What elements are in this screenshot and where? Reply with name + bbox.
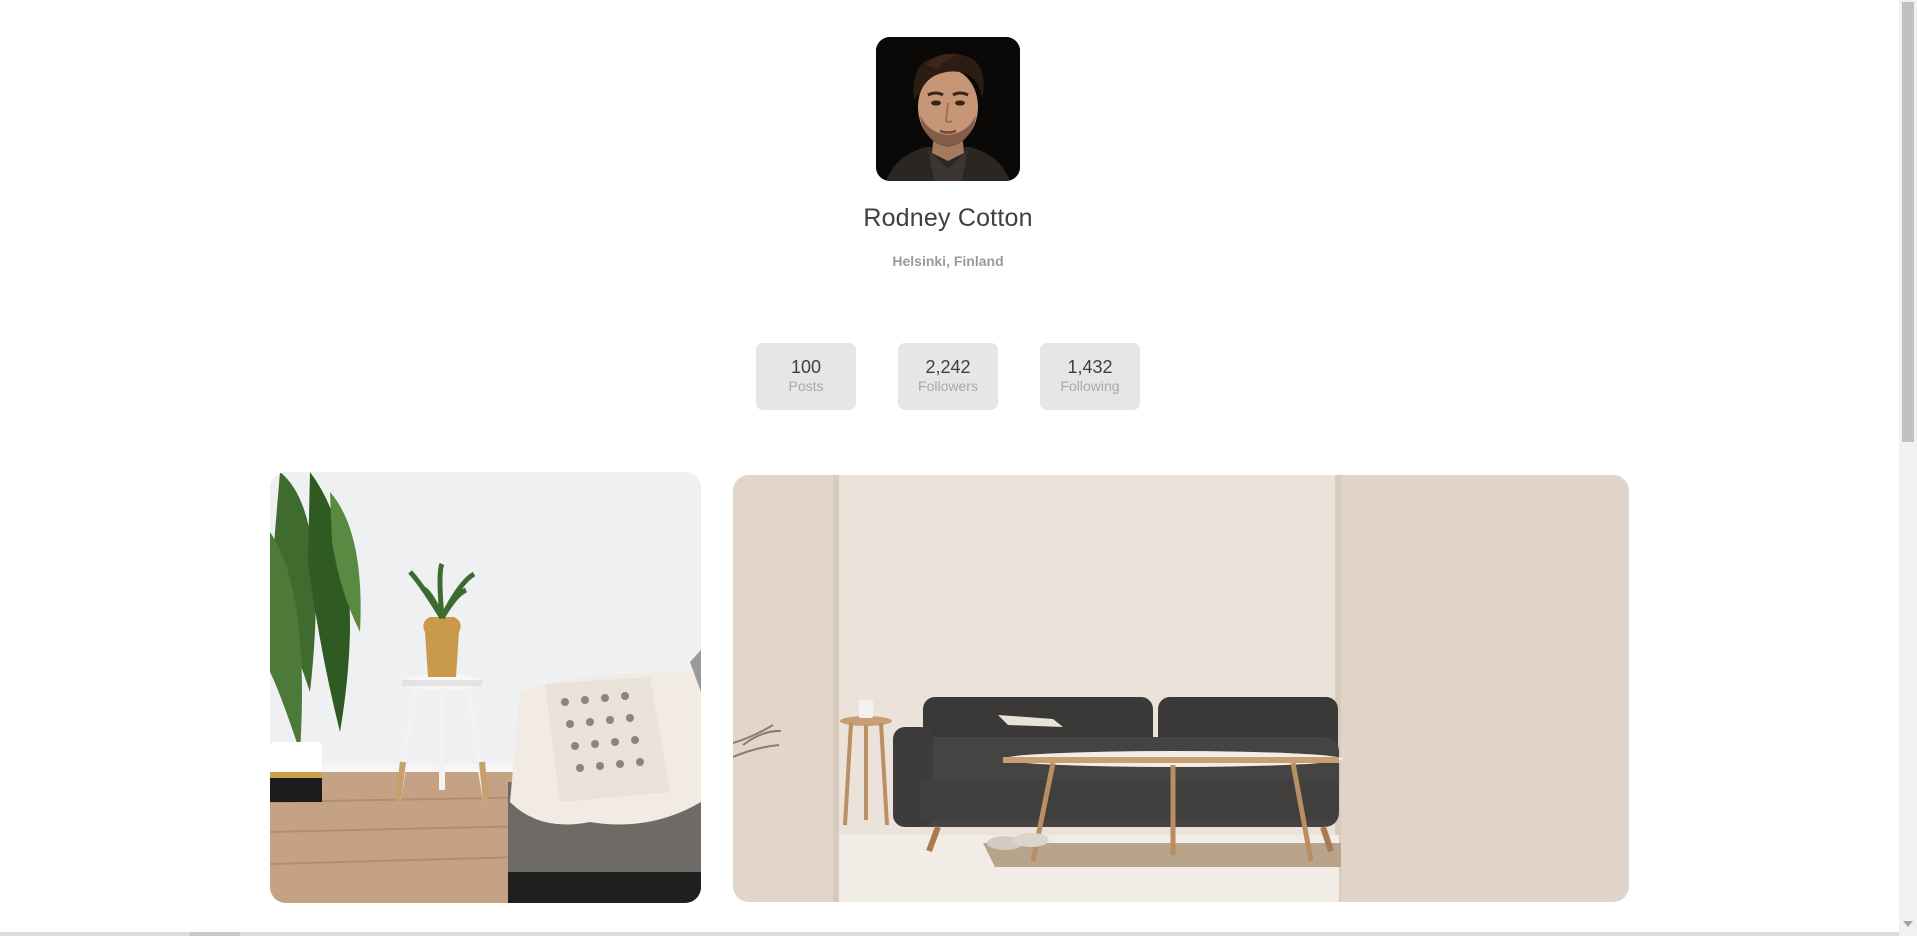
post-image-2	[733, 475, 1629, 902]
stat-followers-label: Followers	[918, 378, 978, 394]
stat-following-label: Following	[1060, 378, 1120, 394]
avatar-image	[876, 37, 1020, 181]
post-image-1	[270, 472, 701, 903]
post-photo-1[interactable]	[270, 472, 701, 903]
stat-followers-value: 2,242	[925, 357, 971, 377]
post-photo-2[interactable]	[733, 475, 1629, 902]
horizontal-scrollbar-thumb[interactable]	[190, 932, 240, 936]
stat-following-value: 1,432	[1067, 357, 1113, 377]
stat-following[interactable]: 1,432 Following	[1040, 343, 1140, 410]
stat-posts-value: 100	[790, 357, 822, 377]
stat-posts-label: Posts	[788, 378, 824, 394]
profile-name: Rodney Cotton	[863, 204, 1033, 232]
stat-followers[interactable]: 2,242 Followers	[898, 343, 998, 410]
stat-posts[interactable]: 100 Posts	[756, 343, 856, 410]
scroll-down-arrow-icon[interactable]	[1903, 921, 1913, 927]
horizontal-scrollbar[interactable]	[0, 932, 1899, 936]
avatar[interactable]	[876, 37, 1020, 181]
profile-page: Rodney Cotton Helsinki, Finland 100 Post…	[0, 0, 1917, 936]
profile-location: Helsinki, Finland	[892, 253, 1004, 269]
vertical-scrollbar-thumb[interactable]	[1902, 2, 1914, 442]
